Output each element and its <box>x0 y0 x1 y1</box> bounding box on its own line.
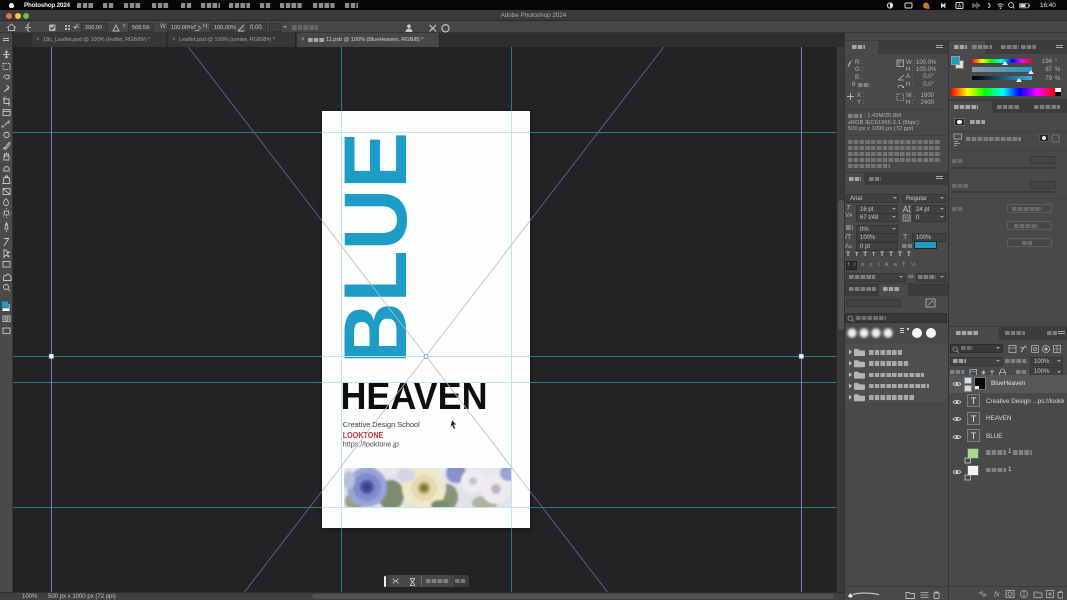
svg-text:fx: fx <box>994 592 1000 599</box>
svg-text:T: T <box>1020 347 1025 354</box>
